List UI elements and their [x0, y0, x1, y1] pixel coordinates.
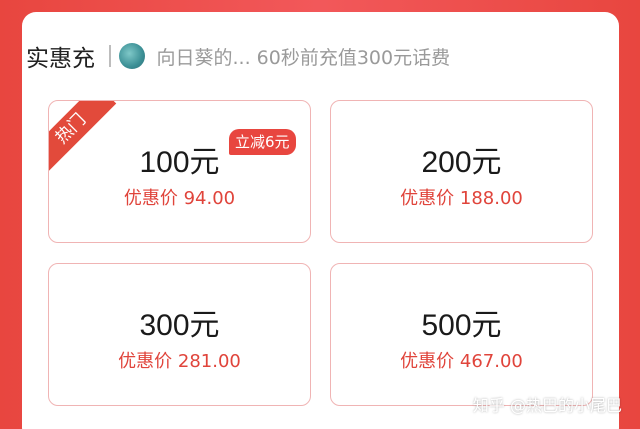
discount-price: 优惠价 94.00 — [123, 188, 236, 209]
discount-price: 优惠价 281.00 — [118, 351, 241, 372]
divider — [109, 45, 111, 67]
discount-badge: 立减6元 — [229, 129, 296, 155]
user-avatar-icon — [118, 43, 145, 69]
recharge-option-500[interactable]: 500元 优惠价 467.00 — [330, 263, 593, 406]
recharge-amount: 300元 — [139, 309, 220, 342]
recharge-amount: 200元 — [421, 146, 502, 179]
discount-price: 优惠价 467.00 — [400, 351, 523, 372]
recharge-option-300[interactable]: 300元 优惠价 281.00 — [48, 263, 311, 406]
recharge-header: 实惠充 向日葵的... 60秒前充值300元话费 — [26, 36, 450, 76]
section-title: 实惠充 — [26, 46, 95, 72]
discount-price: 优惠价 188.00 — [400, 188, 523, 209]
watermark: 知乎 @热巴的小尾巴 — [472, 396, 622, 415]
recharge-option-100[interactable]: 热门 100元 立减6元 优惠价 94.00 — [48, 100, 311, 243]
recent-recharge-ticker: 向日葵的... 60秒前充值300元话费 — [156, 46, 451, 69]
recharge-option-200[interactable]: 200元 优惠价 188.00 — [330, 100, 593, 243]
recharge-amount: 500元 — [421, 309, 502, 342]
